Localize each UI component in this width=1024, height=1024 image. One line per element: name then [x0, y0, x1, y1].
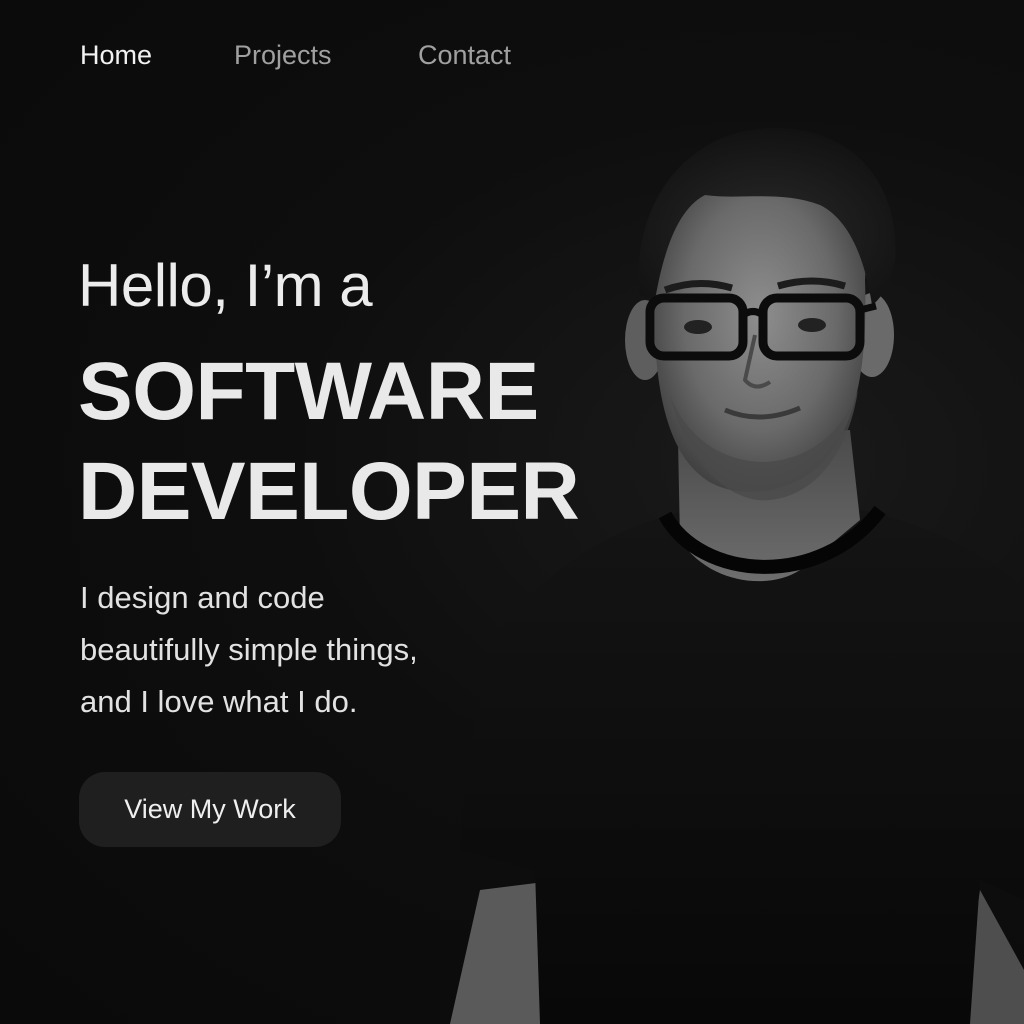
hero-title-line-1: SOFTWARE	[78, 346, 539, 437]
top-nav: Home Projects Contact	[80, 36, 511, 74]
developer-portrait	[440, 110, 1024, 1024]
hero-title: SOFTWARE DEVELOPER	[78, 342, 580, 542]
nav-projects-link[interactable]: Projects	[234, 36, 418, 74]
tagline-line-3: and I love what I do.	[80, 684, 358, 719]
hero-greeting: Hello, I’m a	[78, 252, 373, 319]
hero-tagline: I design and code beautifully simple thi…	[80, 572, 520, 728]
nav-home-link[interactable]: Home	[80, 36, 234, 74]
view-my-work-button[interactable]: View My Work	[79, 772, 341, 847]
hero-page: Home Projects Contact Hello, I’m a SOFTW…	[0, 0, 1024, 1024]
nav-contact-link[interactable]: Contact	[418, 36, 511, 74]
hero-title-line-2: DEVELOPER	[78, 446, 580, 537]
tagline-line-1: I design and code	[80, 580, 325, 615]
tagline-line-2: beautifully simple things,	[80, 632, 418, 667]
